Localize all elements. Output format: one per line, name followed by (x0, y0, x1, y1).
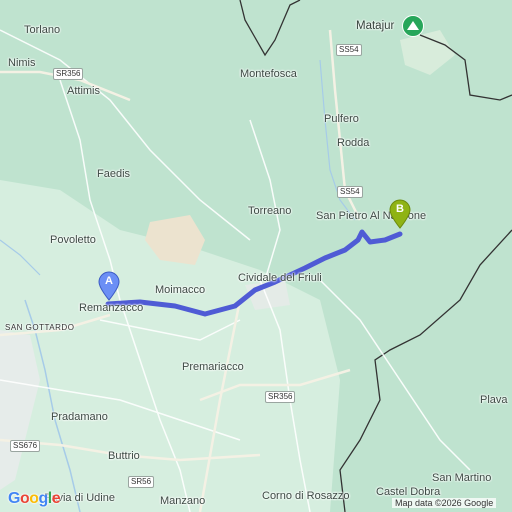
road-shield: SS676 (10, 440, 41, 452)
road-shield: SR356 (53, 68, 84, 80)
place-torreano: Torreano (248, 205, 292, 217)
place-pulfero: Pulfero (324, 113, 359, 125)
google-logo-text: Google (8, 490, 61, 507)
place-san-pietro: San Pietro Al Natisone (316, 210, 427, 222)
end-marker[interactable]: B (389, 199, 411, 234)
place-manzano: Manzano (160, 495, 206, 507)
place-pradamano: Pradamano (51, 411, 108, 423)
map-canvas[interactable]: Torlano Nimis Attimis Faedis Povoletto R… (0, 0, 512, 512)
place-attimis: Attimis (67, 85, 100, 97)
place-san-gottardo: SAN GOTTARDO (5, 323, 75, 332)
start-marker-label: A (105, 275, 113, 287)
place-plava: Plava (480, 394, 508, 406)
place-matajur: Matajur (356, 20, 395, 32)
mountain-peak-icon[interactable] (402, 15, 424, 37)
place-premariacco: Premariacco (182, 361, 244, 373)
place-povoletto: Povoletto (50, 234, 96, 246)
road-shield: SR356 (265, 391, 296, 403)
place-rodda: Rodda (337, 137, 370, 149)
place-torlano: Torlano (24, 24, 61, 36)
start-marker[interactable]: A (98, 271, 120, 306)
map-attribution: Map data ©2026 Google (392, 498, 497, 508)
place-san-martino: San Martino (432, 472, 492, 484)
place-buttrio: Buttrio (108, 450, 140, 462)
road-shield: SS54 (336, 44, 362, 56)
road-shield: SR56 (128, 476, 155, 488)
place-faedis: Faedis (97, 168, 131, 180)
place-castel-dobra: Castel Dobra (376, 486, 441, 498)
place-corno: Corno di Rosazzo (262, 490, 350, 502)
google-logo[interactable]: Google (8, 490, 61, 508)
road-shield: SS54 (337, 186, 363, 198)
end-marker-label: B (396, 203, 404, 215)
place-nimis: Nimis (8, 57, 36, 69)
place-moimacco: Moimacco (155, 284, 206, 296)
place-cividale: Cividale del Friuli (238, 272, 322, 284)
place-montefosca: Montefosca (240, 68, 297, 80)
